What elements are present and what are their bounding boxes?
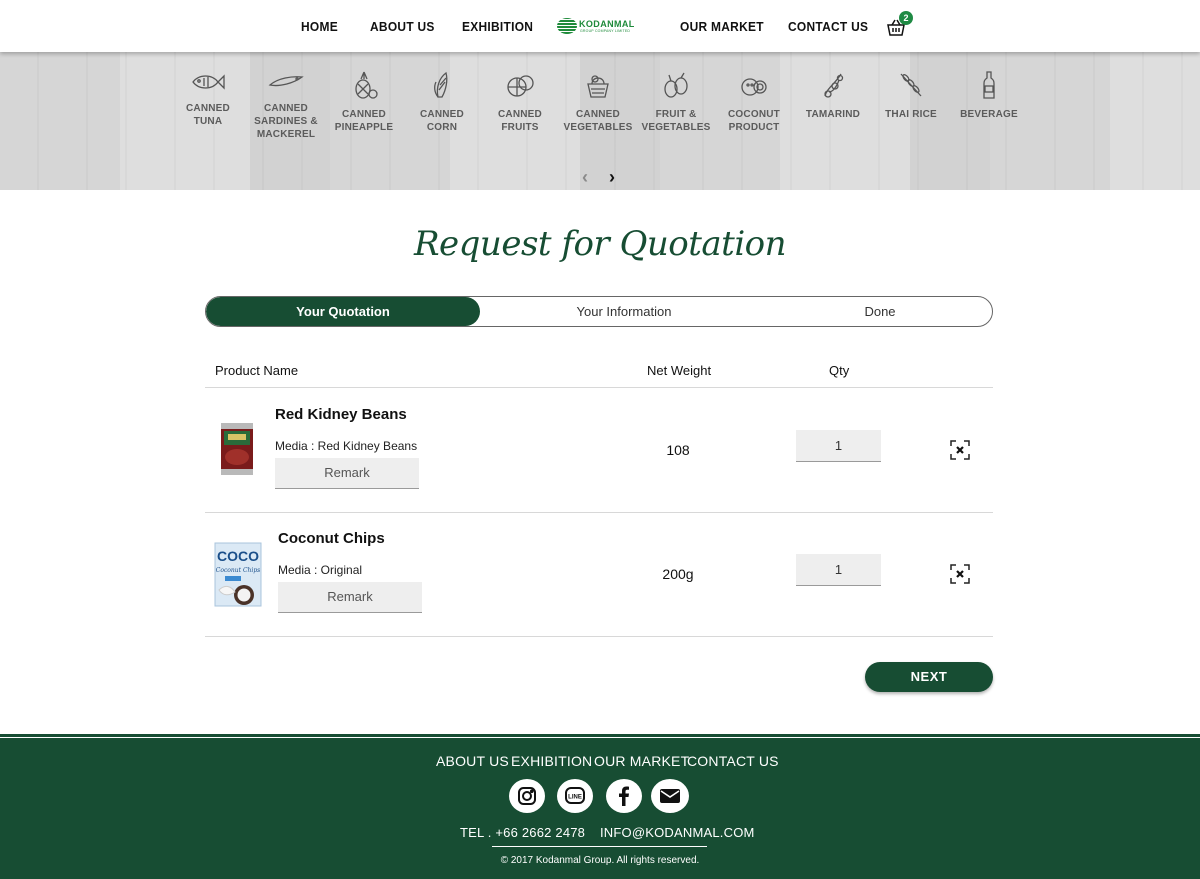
logo-text: KODANMAL: [579, 19, 635, 29]
carousel-prev-arrow[interactable]: ‹: [582, 168, 588, 186]
footer-link-contact-us[interactable]: CONTACT US: [687, 753, 779, 769]
category-label: COCONUT PRODUCT: [728, 109, 780, 133]
category-canned-pineapple[interactable]: CANNED PINEAPPLE: [325, 70, 403, 134]
category-label: TAMARIND: [805, 109, 861, 120]
category-label: CANNED SARDINES & MACKEREL: [254, 103, 318, 140]
category-canned-tuna[interactable]: CANNED TUNA: [169, 70, 247, 128]
footer-link-exhibition[interactable]: EXHIBITION: [511, 753, 592, 769]
product-name: Red Kidney Beans: [275, 406, 407, 423]
net-weight-value: 200g: [662, 566, 694, 582]
next-button[interactable]: NEXT: [865, 662, 993, 692]
category-coconut-product[interactable]: COCONUT PRODUCT: [715, 70, 793, 134]
divider: [205, 636, 993, 637]
instagram-icon[interactable]: [509, 779, 545, 813]
qty-input[interactable]: [796, 554, 881, 586]
footer-contact-underline: [492, 846, 707, 847]
globe-icon: [557, 18, 577, 34]
svg-text:COCO: COCO: [217, 548, 259, 564]
footer-email-link[interactable]: INFO@KODANMAL.COM: [600, 825, 755, 840]
product-media: Media : Red Kidney Beans: [275, 439, 418, 453]
remove-item-icon[interactable]: [950, 564, 970, 584]
remove-item-icon[interactable]: [950, 440, 970, 460]
category-label: CANNED PINEAPPLE: [334, 109, 394, 133]
category-label: CANNED TUNA: [186, 103, 230, 127]
footer-telephone: TEL . +66 2662 2478: [460, 825, 586, 840]
category-canned-sardines[interactable]: CANNED SARDINES & MACKEREL: [247, 70, 325, 141]
kodanmal-logo[interactable]: KODANMAL GROUP COMPANY LIMITED: [557, 17, 647, 37]
category-label: CANNED VEGETABLES: [563, 109, 633, 133]
facebook-icon[interactable]: [606, 779, 642, 813]
top-navbar: HOME ABOUT US EXHIBITION KODANMAL GROUP …: [0, 0, 1200, 52]
column-header-qty: Qty: [829, 363, 850, 378]
vegetable-basket-icon: [587, 75, 609, 98]
qty-input[interactable]: [796, 430, 881, 462]
logo-subtext: GROUP COMPANY LIMITED: [580, 29, 631, 33]
bottle-icon: [983, 71, 995, 99]
line-icon[interactable]: LINE: [557, 779, 593, 813]
remark-button[interactable]: Remark: [275, 458, 419, 489]
product-image-red-kidney-beans: [221, 423, 253, 475]
nav-home[interactable]: HOME: [301, 19, 338, 34]
category-canned-corn[interactable]: CANNED CORN: [403, 70, 481, 134]
category-label: CANNED FRUITS: [498, 109, 542, 133]
category-tamarind[interactable]: TAMARIND: [794, 70, 872, 121]
progress-steps: Your Quotation Your Information Done: [205, 296, 993, 327]
divider: [205, 512, 993, 513]
category-thai-rice[interactable]: THAI RICE: [872, 70, 950, 121]
email-icon[interactable]: [651, 779, 689, 813]
divider: [205, 387, 993, 388]
category-fruit-vegetables[interactable]: FRUIT & VEGETABLES: [637, 70, 715, 134]
coconut-icon: [741, 78, 767, 96]
nav-our-market[interactable]: OUR MARKET: [680, 19, 764, 34]
column-header-weight: Net Weight: [647, 363, 712, 378]
page-title: Request for Quotation: [413, 224, 787, 264]
category-beverage[interactable]: BEVERAGE: [950, 70, 1028, 121]
corn-icon: [434, 71, 448, 98]
footer-link-our-market[interactable]: OUR MARKET: [594, 753, 689, 769]
footer-top-line: [0, 737, 1200, 738]
category-carousel: CANNED TUNA CANNED SARDINES & MACKEREL C…: [0, 52, 1200, 190]
fish-icon: [192, 74, 225, 90]
tamarind-icon: [824, 73, 844, 98]
nav-about-us[interactable]: ABOUT US: [370, 19, 435, 34]
step-your-quotation[interactable]: Your Quotation: [206, 297, 480, 326]
column-header-product: Product Name: [215, 363, 299, 378]
remark-button[interactable]: Remark: [278, 582, 422, 613]
step-your-information[interactable]: Your Information: [480, 297, 768, 326]
svg-text:LINE: LINE: [568, 795, 582, 801]
category-label: BEVERAGE: [960, 109, 1018, 120]
svg-text:Coconut Chips: Coconut Chips: [216, 567, 261, 574]
cart-count-badge: 2: [899, 11, 913, 25]
carousel-next-arrow[interactable]: ›: [609, 168, 615, 186]
category-label: THAI RICE: [885, 109, 937, 120]
category-canned-vegetables[interactable]: CANNED VEGETABLES: [559, 70, 637, 134]
footer: ABOUT US EXHIBITION OUR MARKET CONTACT U…: [0, 734, 1200, 879]
step-done[interactable]: Done: [768, 297, 992, 326]
net-weight-value: 108: [666, 442, 690, 458]
fruit-icon: [507, 75, 534, 97]
rice-icon: [900, 73, 922, 97]
category-label: CANNED CORN: [420, 109, 464, 133]
footer-link-about-us[interactable]: ABOUT US: [436, 753, 509, 769]
copyright-text: © 2017 Kodanmal Group. All rights reserv…: [500, 855, 700, 866]
product-media: Media : Original: [278, 563, 363, 577]
category-label: FRUIT & VEGETABLES: [641, 109, 711, 133]
sardine-icon: [268, 76, 304, 87]
nav-exhibition[interactable]: EXHIBITION: [462, 19, 533, 34]
nav-contact-us[interactable]: CONTACT US: [788, 19, 868, 34]
pineapple-icon: [355, 71, 378, 99]
product-image-coconut-chips: COCO Coconut Chips: [214, 542, 262, 607]
produce-icon: [664, 72, 688, 98]
category-canned-fruits[interactable]: CANNED FRUITS: [481, 70, 559, 134]
product-name: Coconut Chips: [278, 530, 385, 547]
